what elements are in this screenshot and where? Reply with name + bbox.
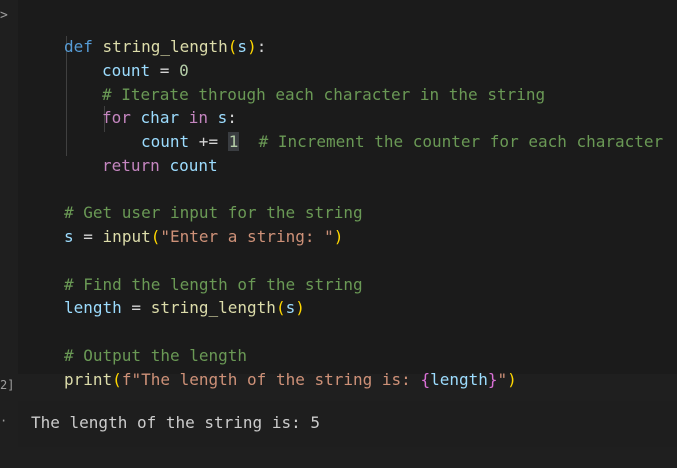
bracket: ( [227,37,238,56]
comment: # Increment the counter for each charact… [258,132,664,151]
code-line-11: # Find the length of the string [64,249,363,294]
bracket: ) [507,370,517,389]
code-line-1: def string_length(s): [64,11,266,56]
keyword: return [102,156,160,175]
code-line-9: s = input("Enter a string: ") [64,201,343,246]
variable: s [285,298,296,317]
output-marker: · [0,414,8,428]
cell-output-text: The length of the string is: 5 [31,413,320,432]
function-name: print [64,370,113,389]
bracket: ( [275,298,286,317]
code-line-12: length = string_length(s) [64,272,305,317]
code-line-8: # Get user input for the string [64,177,363,222]
function-name: input [102,227,151,246]
bracket: ) [295,298,305,317]
string: " [497,370,508,389]
code-line-4: for char in s: [102,82,237,127]
code-line-15: print(f"The length of the string is: {le… [64,344,517,389]
variable: s [64,227,74,246]
bracket: ) [333,227,344,246]
brace: } [487,370,498,389]
operator: = [121,298,151,317]
function-name: string_length [150,298,276,317]
string: f"The length of the string is: [121,370,421,389]
code-line-2: count = 0 [102,35,189,80]
parameter: s [237,37,248,56]
keyword: for [102,108,131,127]
operator: = [73,227,103,246]
keyword: def [64,37,93,56]
bracket: ( [150,227,161,246]
brace: { [420,370,431,389]
variable: count [169,156,218,175]
execution-count: 2] [0,378,15,392]
variable: length [430,370,488,389]
bracket: ( [112,370,122,389]
code-line-14: # Output the length [64,320,247,365]
code-line-6: return count [102,130,218,175]
colon: : [256,37,267,56]
code-line-5: count += 1 # Increment the counter for e… [141,106,663,151]
number: 1 [227,132,240,151]
variable: length [64,298,122,317]
code-line-3: # Iterate through each character in the … [102,59,545,104]
bracket: ) [247,37,257,56]
cell-collapse-chevron-icon[interactable]: > [0,8,10,23]
string: "Enter a string: " [160,227,334,246]
